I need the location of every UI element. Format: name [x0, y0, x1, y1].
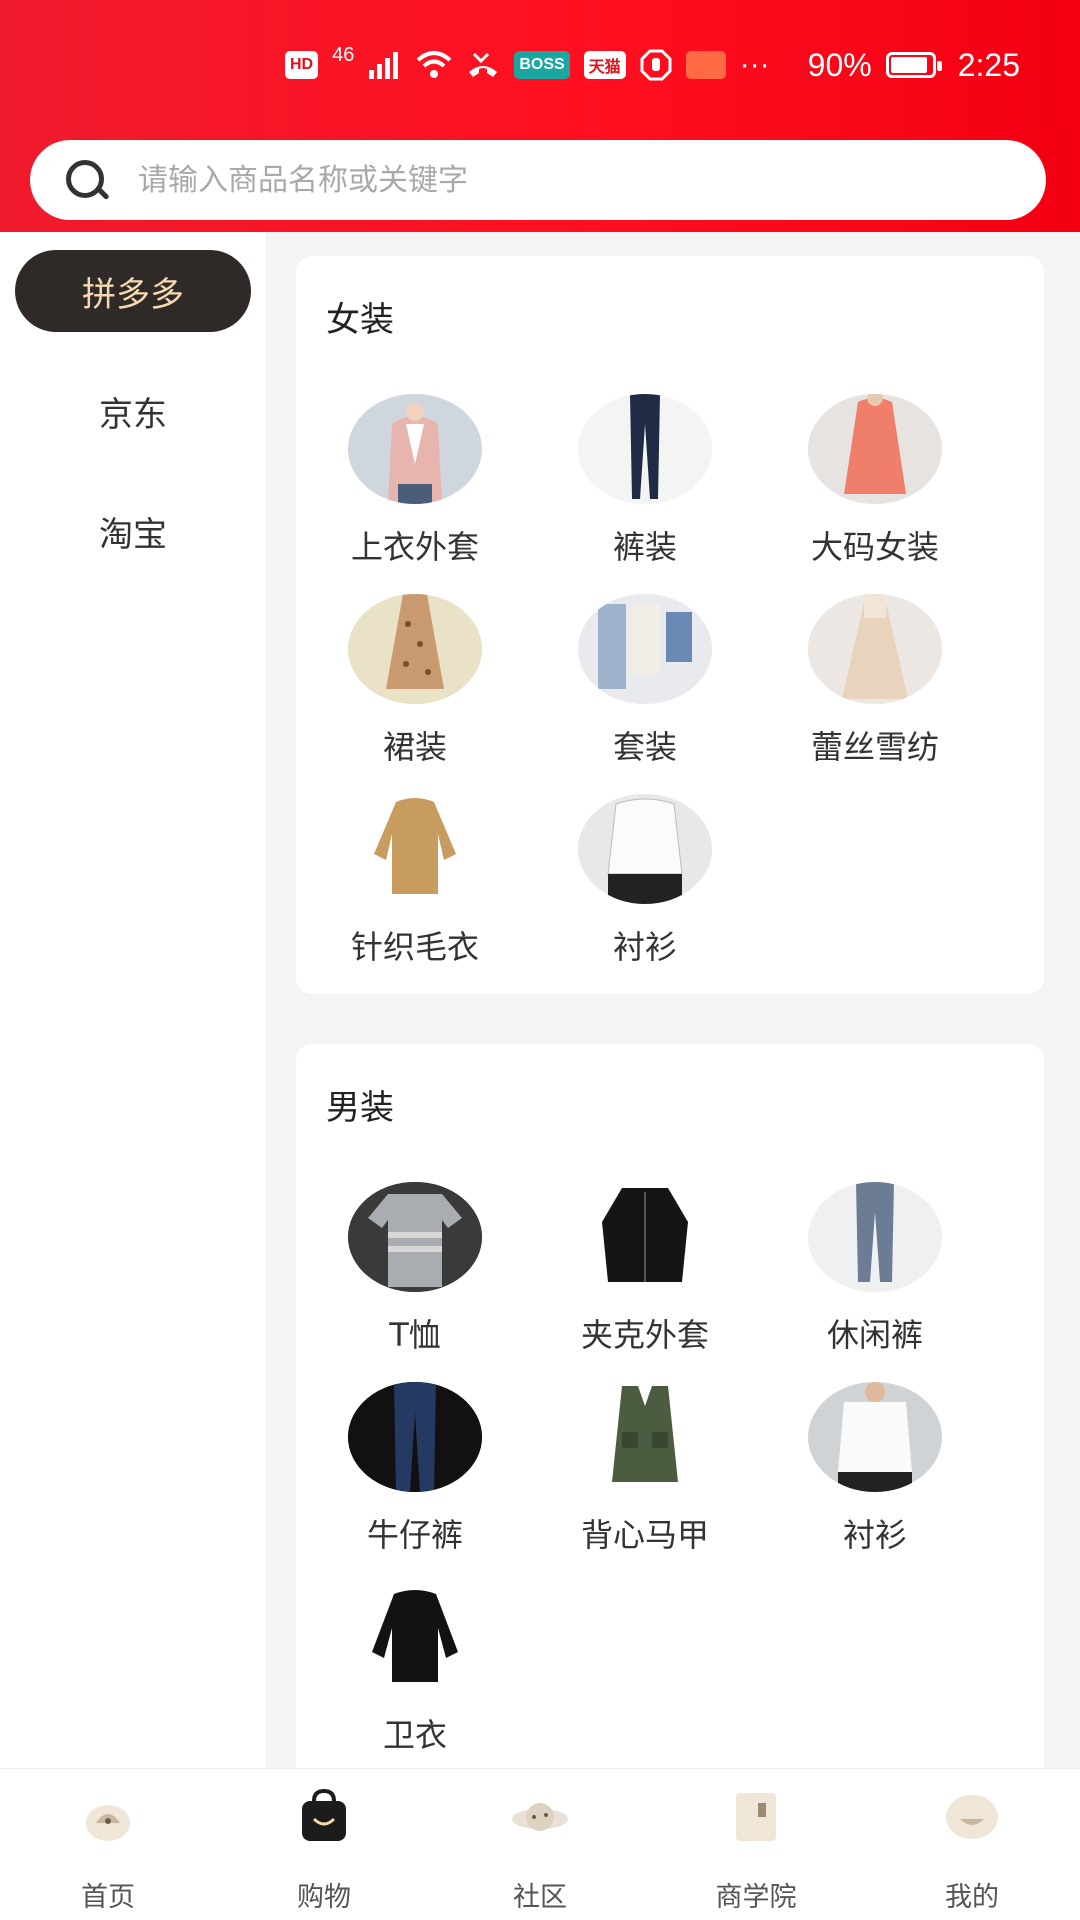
sidebar-item-label: 京东: [99, 394, 167, 435]
tmall-app-icon: 天猫: [583, 51, 626, 79]
home-icon: [86, 1805, 130, 1841]
category-item[interactable]: 卫衣: [300, 1582, 530, 1756]
mens-section: 男装 T恤 夹克外套 休闲裤 牛仔裤 背心马甲 衬衫 卫衣: [296, 1044, 1044, 1768]
planet-icon: [512, 1803, 568, 1831]
shopping-bag-icon: [302, 1789, 346, 1841]
category-item[interactable]: 上衣外套: [300, 394, 530, 568]
tab-community[interactable]: 社区: [432, 1769, 648, 1920]
category-item[interactable]: 裙装: [300, 594, 530, 768]
wifi-icon: [417, 51, 452, 78]
tab-profile[interactable]: 我的: [864, 1769, 1080, 1920]
status-icons: HD 46 BOSS 天猫 ··· 90% 2:25: [284, 40, 1020, 90]
outfit-set-thumb-icon: [578, 594, 712, 704]
book-icon: [736, 1793, 776, 1841]
search-bar[interactable]: [30, 140, 1046, 220]
tab-label: 首页: [81, 1882, 135, 1913]
category-label: 套装: [612, 728, 677, 766]
category-item[interactable]: 衬衫: [760, 1382, 990, 1556]
sweatshirt-thumb-icon: [348, 1582, 482, 1692]
tab-label: 社区: [513, 1882, 567, 1913]
more-icon: ···: [739, 48, 770, 81]
category-label: 裙装: [382, 728, 447, 766]
category-label: T恤: [389, 1316, 441, 1354]
sidebar-item-label: 淘宝: [99, 514, 167, 555]
header: HD 46 BOSS 天猫 ··· 90% 2:25 请输入商品名称或关键字: [0, 0, 1080, 232]
womens-section: 女装 上衣外套 裤装 大码女装 裙装 套装 蕾丝雪纺 针织毛衣 衬衫: [296, 256, 1044, 994]
boss-app-icon: BOSS: [514, 51, 570, 79]
section-title: 男装: [326, 1088, 394, 1128]
status-bar: HD 46 BOSS 天猫 ··· 90% 2:25: [0, 0, 1080, 130]
app-screen: HD 46 BOSS 天猫 ··· 90% 2:25 请输入商品名称或关键字 拼…: [0, 0, 1080, 1920]
category-item[interactable]: 衬衫: [530, 794, 760, 968]
battery-icon: [885, 52, 942, 78]
signal-icon: [369, 52, 399, 79]
category-label: 上衣外套: [350, 528, 479, 566]
section-title: 女装: [326, 300, 394, 340]
category-item[interactable]: 套装: [530, 594, 760, 768]
category-label: 背心马甲: [580, 1516, 709, 1554]
jacket-thumb-icon: [348, 394, 482, 504]
jeans-thumb-icon: [348, 1382, 482, 1492]
tab-label: 我的: [945, 1882, 999, 1913]
app-notification-icon: [685, 51, 726, 79]
knit-sweater-thumb-icon: [348, 794, 482, 904]
profile-icon: [946, 1795, 998, 1839]
category-item[interactable]: 夹克外套: [530, 1182, 760, 1356]
category-label: 裤装: [612, 528, 677, 566]
tab-label: 商学院: [715, 1882, 797, 1913]
platform-sidebar: 拼多多 京东 淘宝: [0, 232, 266, 1768]
casual-pants-thumb-icon: [808, 1182, 942, 1292]
stop-hand-icon: [640, 49, 672, 81]
network-type: 46: [332, 44, 355, 66]
category-label: 牛仔裤: [366, 1516, 463, 1554]
tab-academy[interactable]: 商学院: [648, 1769, 864, 1920]
shirt-thumb-icon: [808, 1382, 942, 1492]
blouse-thumb-icon: [578, 794, 712, 904]
trousers-thumb-icon: [578, 394, 712, 504]
sidebar-item-label: 拼多多: [82, 274, 184, 315]
tab-home[interactable]: 首页: [0, 1769, 216, 1920]
category-label: 休闲裤: [826, 1316, 923, 1354]
search-input[interactable]: [136, 161, 940, 199]
hd-icon: HD: [284, 51, 319, 79]
category-item[interactable]: 背心马甲: [530, 1382, 760, 1556]
category-label: 蕾丝雪纺: [810, 728, 939, 766]
category-item[interactable]: 针织毛衣: [300, 794, 530, 968]
category-content: 女装 上衣外套 裤装 大码女装 裙装 套装 蕾丝雪纺 针织毛衣 衬衫 男装 T恤…: [266, 232, 1080, 1768]
category-item[interactable]: 裤装: [530, 394, 760, 568]
category-label: 大码女装: [810, 528, 939, 566]
plus-size-dress-thumb-icon: [808, 394, 942, 504]
category-item[interactable]: T恤: [300, 1182, 530, 1356]
category-item[interactable]: 休闲裤: [760, 1182, 990, 1356]
clock: 2:25: [957, 46, 1020, 83]
sidebar-item-taobao[interactable]: 淘宝: [15, 490, 251, 572]
category-label: 针织毛衣: [350, 928, 479, 966]
category-label: 衬衫: [612, 928, 677, 966]
category-label: 夹克外套: [580, 1316, 709, 1354]
sidebar-item-jingdong[interactable]: 京东: [15, 370, 251, 452]
tab-shopping[interactable]: 购物: [216, 1769, 432, 1920]
search-icon[interactable]: [64, 158, 108, 202]
leather-jacket-thumb-icon: [578, 1182, 712, 1292]
lace-chiffon-thumb-icon: [808, 594, 942, 704]
battery-percent: 90%: [807, 46, 872, 83]
floral-dress-thumb-icon: [348, 594, 482, 704]
sidebar-item-pinduoduo[interactable]: 拼多多: [15, 250, 251, 332]
category-item[interactable]: 大码女装: [760, 394, 990, 568]
tshirt-thumb-icon: [348, 1182, 482, 1292]
vest-thumb-icon: [578, 1382, 712, 1492]
category-label: 衬衫: [842, 1516, 907, 1554]
tab-label: 购物: [297, 1882, 351, 1913]
bottom-nav: 首页 购物 社区 商学院 我的: [0, 1768, 1080, 1920]
category-item[interactable]: 蕾丝雪纺: [760, 594, 990, 768]
category-item[interactable]: 牛仔裤: [300, 1382, 530, 1556]
missed-call-icon: [469, 52, 498, 77]
category-label: 卫衣: [382, 1716, 447, 1754]
